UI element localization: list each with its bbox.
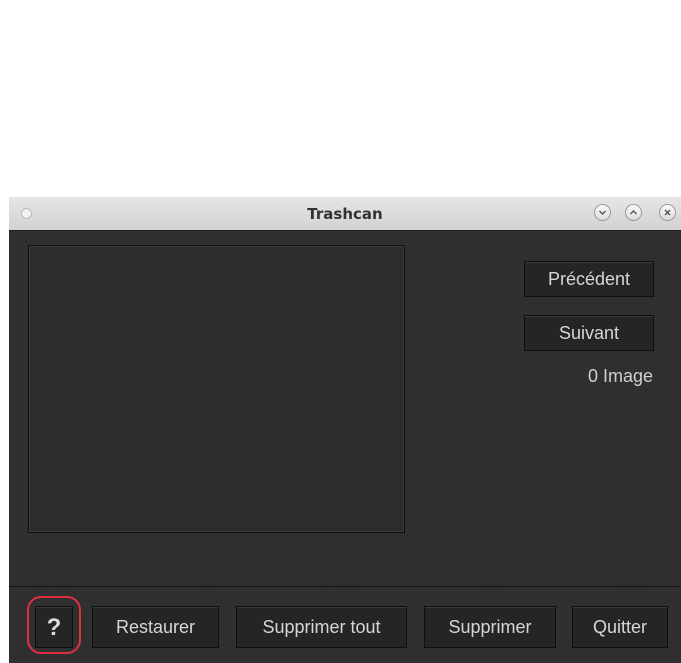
close-icon	[664, 209, 671, 216]
previous-button[interactable]: Précédent	[524, 261, 654, 297]
chevron-down-icon	[599, 210, 606, 215]
help-button[interactable]: ?	[35, 606, 73, 648]
image-count: 0 Image	[587, 366, 653, 386]
chevron-up-icon	[630, 210, 637, 215]
window-body: Précédent Suivant 0 Image ? Restaurer Su…	[9, 231, 681, 663]
delete-button[interactable]: Supprimer	[424, 606, 556, 648]
titlebar[interactable]: Trashcan	[9, 197, 681, 231]
next-button[interactable]: Suivant	[524, 315, 654, 351]
restore-button[interactable]: Restaurer	[92, 606, 219, 648]
close-button[interactable]	[659, 204, 676, 221]
image-preview	[28, 245, 405, 533]
delete-all-button[interactable]: Supprimer tout	[236, 606, 407, 648]
trashcan-window: Trashcan Précédent Suivant 0 Image ? Res…	[9, 197, 681, 663]
minimize-button[interactable]	[594, 204, 611, 221]
quit-button[interactable]: Quitter	[572, 606, 668, 648]
maximize-button[interactable]	[625, 204, 642, 221]
divider	[9, 586, 681, 587]
window-title: Trashcan	[307, 205, 383, 223]
